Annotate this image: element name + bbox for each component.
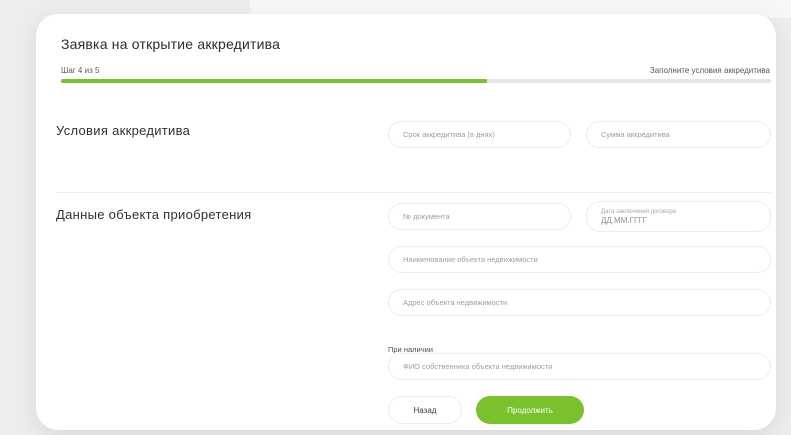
section-title-object: Данные объекта приобретения (56, 207, 252, 222)
step-counter: Шаг 4 из 5 (61, 66, 100, 75)
object-address-placeholder: Адрес объекта недвижимости (403, 298, 508, 307)
section-divider (56, 192, 771, 193)
accreditive-form-card: Заявка на открытие аккредитива Шаг 4 из … (36, 14, 776, 430)
form-title: Заявка на открытие аккредитива (61, 36, 281, 52)
term-days-placeholder: Срок аккредитива (в днях) (403, 130, 495, 139)
document-number-input[interactable]: № документа (388, 203, 571, 230)
owner-name-placeholder: ФИО собственника объекта недвижимости (403, 362, 553, 371)
amount-input[interactable]: Сумма аккредитива (586, 121, 771, 148)
amount-placeholder: Сумма аккредитива (601, 130, 670, 139)
section-title-terms: Условия аккредитива (56, 123, 191, 138)
document-number-placeholder: № документа (403, 212, 450, 221)
contract-date-label: Дата заключения договора (601, 208, 677, 215)
contract-date-input[interactable]: Дата заключения договора ДД.ММ.ГГГГ (586, 201, 771, 232)
contract-date-hint: ДД.ММ.ГГГГ (601, 215, 647, 225)
object-address-input[interactable]: Адрес объекта недвижимости (388, 289, 771, 316)
continue-button[interactable]: Продолжить (476, 396, 584, 424)
object-name-input[interactable]: Наименование объекта недвижимости (388, 246, 771, 273)
owner-name-input[interactable]: ФИО собственника объекта недвижимости (388, 353, 771, 380)
progress-fill (61, 79, 487, 83)
term-days-input[interactable]: Срок аккредитива (в днях) (388, 121, 571, 148)
back-button[interactable]: Назад (388, 396, 462, 424)
object-name-placeholder: Наименование объекта недвижимости (403, 255, 538, 264)
step-hint: Заполните условия аккредитива (649, 66, 770, 75)
progress-bar (61, 79, 771, 83)
